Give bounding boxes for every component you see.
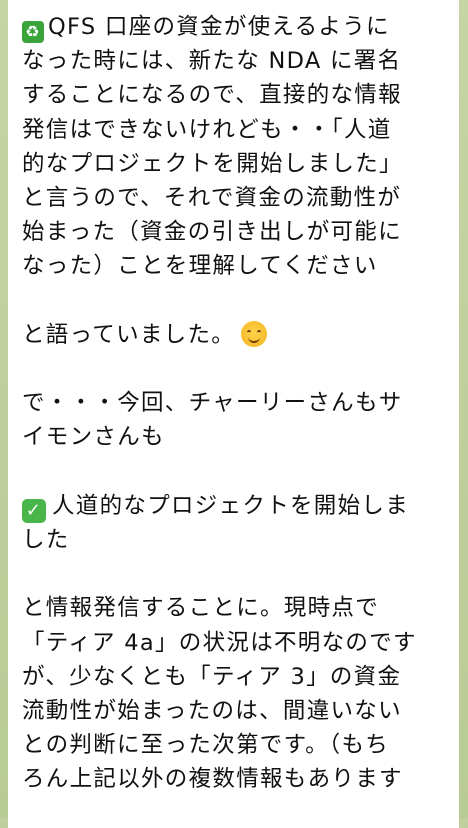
text-line: した <box>22 527 70 553</box>
paragraph-3: で・・・今回、チャーリーさんもサ イモンさんも <box>22 386 451 454</box>
text-line: との判断に至った次第です。（もち <box>22 732 390 759</box>
text-line: 的なプロジェクトを開始しました」 <box>22 150 403 177</box>
text-line: 始まった（資金の引き出しが可能に <box>22 219 402 246</box>
text-line: なった）ことを理解してください <box>22 253 378 280</box>
text-line: 発信はできないけれども・・「人道 <box>22 116 392 143</box>
text-line: と言うので、それで資金の流動性が <box>22 185 402 212</box>
paragraph-4: ✓ 人道的なプロジェクトを開始しま した <box>22 489 451 557</box>
message-bubble[interactable]: ♻ QFS 口座の資金が使えるように なった時には、新たな NDA に署名 するこ… <box>8 0 459 828</box>
text-line: ✓ 人道的なプロジェクトを開始しま <box>22 489 451 523</box>
paragraph-5: と情報発信することに。現時点で 「ティア 4a」の状況は不明なのです が、少なく… <box>22 591 451 796</box>
paragraph-2: と語っていました。 <box>22 318 451 352</box>
text-line: 流動性が始まったのは、間違いない <box>22 698 402 724</box>
text-line: と情報発信することに。現時点で <box>22 595 380 622</box>
message-text: ♻ QFS 口座の資金が使えるように なった時には、新たな NDA に署名 するこ… <box>22 10 451 797</box>
text-line: することになるので、直接的な情報 <box>22 82 402 109</box>
text-line: ろん上記以外の複数情報もあります <box>22 766 403 793</box>
smiling-face-icon <box>241 320 268 347</box>
check-mark-button-icon: ✓ <box>22 498 46 523</box>
text-line: ♻ QFS 口座の資金が使えるように <box>22 10 451 44</box>
text-line: イモンさんも <box>22 424 165 451</box>
text-line: なった時には、新たな NDA に署名 <box>22 48 402 75</box>
text-line: が、少なくとも「ティア 3」の資金 <box>22 663 402 690</box>
text-line: 「ティア 4a」の状況は不明なのです <box>22 629 417 656</box>
paragraph-1: ♻ QFS 口座の資金が使えるように なった時には、新たな NDA に署名 するこ… <box>22 10 451 284</box>
text-line: で・・・今回、チャーリーさんもサ <box>22 390 403 417</box>
recycle-icon: ♻ <box>22 21 44 43</box>
